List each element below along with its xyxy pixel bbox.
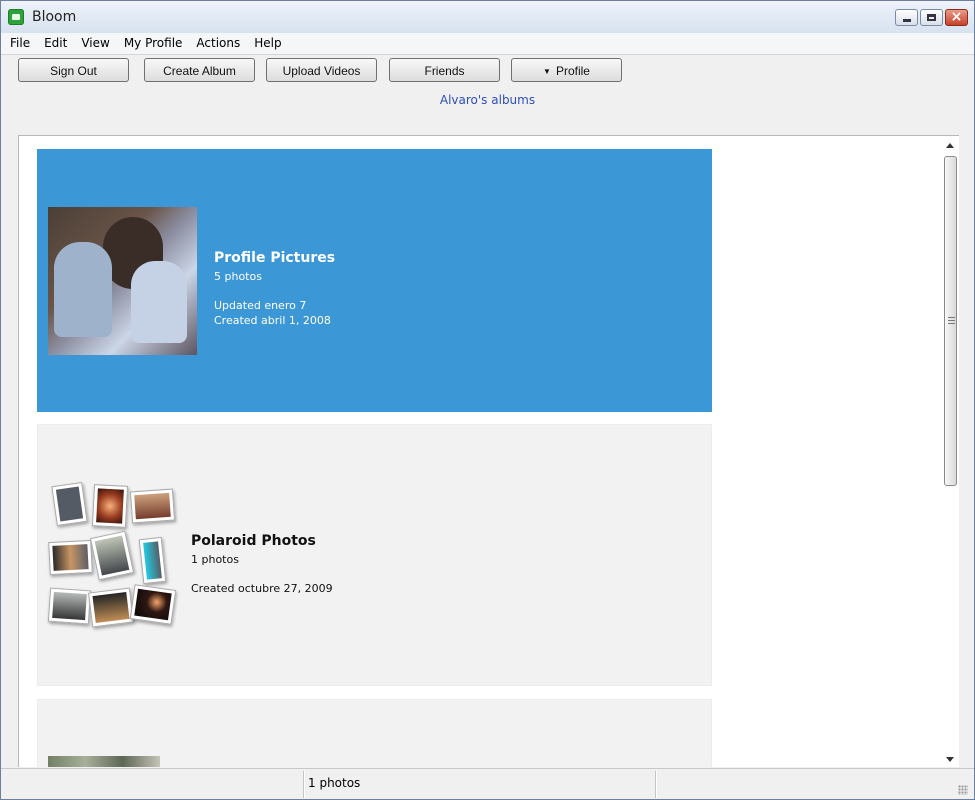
menu-view[interactable]: View	[74, 33, 116, 54]
album-card-profile-pictures[interactable]: Profile Pictures 5 photos Updated enero …	[37, 149, 712, 412]
scroll-up-icon[interactable]	[946, 143, 954, 148]
polaroid-thumbnail	[129, 488, 176, 524]
album-photo-count: 1 photos	[191, 553, 239, 566]
status-bar: 1 photos	[1, 768, 974, 799]
window-title: Bloom	[32, 9, 77, 25]
dropdown-arrow-icon: ▼	[543, 67, 551, 76]
album-card-polaroid-photos[interactable]: Polaroid Photos 1 photos Created octubre…	[37, 424, 712, 686]
scroll-grip-icon	[948, 317, 955, 324]
profile-pictures-cover-photo	[48, 207, 197, 355]
vertical-scrollbar[interactable]	[942, 136, 959, 767]
title-bar: Bloom ×	[1, 1, 974, 34]
minimize-icon	[903, 19, 911, 22]
menu-file[interactable]: File	[1, 33, 37, 54]
friends-button[interactable]: Friends	[389, 58, 500, 82]
album-card-partial[interactable]	[37, 699, 712, 767]
polaroid-thumbnail	[89, 530, 135, 581]
window-controls: ×	[895, 9, 968, 26]
album-created-date: Created octubre 27, 2009	[191, 582, 333, 595]
menu-my-profile[interactable]: My Profile	[117, 33, 190, 54]
photo-figure	[54, 242, 112, 337]
upload-videos-button[interactable]: Upload Videos	[266, 58, 377, 82]
menu-edit[interactable]: Edit	[37, 33, 74, 54]
polaroid-thumbnail	[88, 587, 134, 628]
sign-out-button[interactable]: Sign Out	[18, 58, 129, 82]
album-title: Polaroid Photos	[191, 533, 316, 549]
minimize-button[interactable]	[895, 9, 918, 26]
profile-button-label: Profile	[555, 64, 590, 78]
polaroid-photo-collage	[47, 482, 178, 628]
menu-help[interactable]: Help	[247, 33, 288, 54]
polaroid-thumbnail	[138, 536, 167, 585]
menu-actions[interactable]: Actions	[189, 33, 247, 54]
album-created-date: Created abril 1, 2008	[214, 314, 331, 327]
resize-grip-icon[interactable]	[958, 785, 968, 795]
status-photo-count: 1 photos	[308, 776, 361, 790]
partial-album-cover-photo	[48, 756, 160, 767]
polaroid-thumbnail	[51, 482, 88, 526]
status-divider	[655, 771, 656, 798]
close-button[interactable]: ×	[945, 9, 968, 26]
toolbar: Sign Out Create Album Upload Videos Frie…	[1, 56, 974, 134]
profile-dropdown-button[interactable]: ▼ Profile	[511, 58, 622, 82]
album-updated-date: Updated enero 7	[214, 299, 307, 312]
polaroid-thumbnail	[91, 484, 129, 528]
polaroid-thumbnail	[47, 587, 92, 625]
photo-figure	[131, 261, 187, 343]
maximize-button[interactable]	[920, 9, 943, 26]
polaroid-thumbnail	[129, 584, 177, 625]
scrollbar-thumb[interactable]	[944, 156, 957, 486]
polaroid-thumbnail	[48, 539, 93, 576]
create-album-button[interactable]: Create Album	[144, 58, 255, 82]
close-icon: ×	[950, 9, 963, 25]
bloom-app-icon	[8, 9, 24, 25]
albums-heading[interactable]: Alvaro's albums	[1, 93, 974, 107]
bloom-window: Bloom × File Edit View My Profile Action…	[0, 0, 975, 800]
maximize-icon	[927, 14, 936, 21]
album-photo-count: 5 photos	[214, 270, 262, 283]
scroll-down-icon[interactable]	[946, 757, 954, 762]
album-list-panel: Profile Pictures 5 photos Updated enero …	[18, 135, 959, 767]
menu-bar: File Edit View My Profile Actions Help	[1, 33, 974, 55]
album-info: Polaroid Photos 1 photos Created octubre…	[191, 533, 333, 596]
album-info: Profile Pictures 5 photos Updated enero …	[214, 250, 335, 328]
album-title: Profile Pictures	[214, 250, 336, 266]
status-divider	[303, 771, 304, 798]
